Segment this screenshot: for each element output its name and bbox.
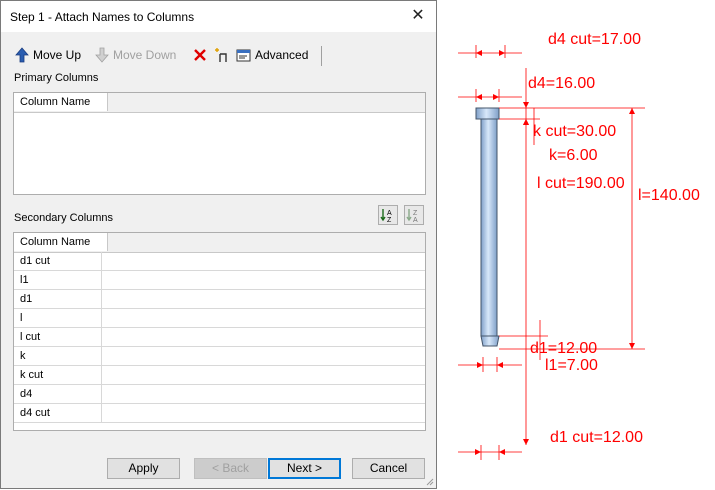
row-name-cell[interactable]: d1: [14, 290, 102, 308]
svg-text:Z: Z: [387, 217, 392, 224]
dim-label-l-cut: l cut=190.00: [537, 175, 625, 192]
row-name-cell[interactable]: l1: [14, 271, 102, 289]
pin-drawing: [458, 45, 645, 460]
table-row[interactable]: k: [14, 347, 425, 366]
table-row[interactable]: k cut: [14, 366, 425, 385]
back-button[interactable]: < Back: [194, 458, 267, 479]
move-up-label: Move Up: [33, 48, 82, 62]
properties-icon: [236, 49, 251, 62]
dim-label-d4: d4=16.00: [528, 75, 596, 92]
toolbar: Move Up Move Down Advanced: [14, 44, 324, 66]
table-row[interactable]: d1: [14, 290, 425, 309]
sort-az-icon: A Z: [380, 209, 392, 224]
dim-label-k-cut: k cut=30.00: [533, 123, 617, 140]
svg-text:A: A: [413, 217, 418, 224]
table-row[interactable]: d1 cut: [14, 252, 425, 271]
svg-text:A: A: [387, 210, 392, 217]
row-name-cell[interactable]: l cut: [14, 328, 102, 346]
resize-grip-icon[interactable]: [424, 476, 434, 486]
pin-body: [475, 107, 500, 347]
cancel-button[interactable]: Cancel: [352, 458, 425, 479]
table-row[interactable]: d4 cut: [14, 404, 425, 423]
primary-columns-grid[interactable]: Column Name: [13, 92, 426, 195]
column-name-header[interactable]: Column Name: [14, 93, 108, 111]
primary-grid-header: Column Name: [14, 93, 425, 113]
dim-label-k: k=6.00: [549, 147, 598, 164]
svg-text:Z: Z: [413, 210, 418, 217]
table-row[interactable]: l1: [14, 271, 425, 290]
row-name-cell[interactable]: d1 cut: [14, 252, 102, 270]
delete-x-icon: [194, 49, 206, 61]
arrow-up-icon: [15, 47, 29, 63]
attach-names-dialog: Step 1 - Attach Names to Columns ✕ Move …: [0, 0, 437, 489]
row-name-cell[interactable]: k: [14, 347, 102, 365]
sort-descending-button[interactable]: Z A: [404, 205, 424, 225]
dim-label-l1: l1=7.00: [545, 357, 598, 374]
delete-button[interactable]: [192, 46, 211, 64]
table-row[interactable]: l: [14, 309, 425, 328]
next-button[interactable]: Next >: [268, 458, 341, 479]
secondary-grid-header: Column Name: [14, 233, 425, 253]
dim-label-l: l=140.00: [638, 187, 700, 204]
row-name-cell[interactable]: l: [14, 309, 102, 327]
title-bar: Step 1 - Attach Names to Columns ✕: [1, 1, 436, 32]
table-row[interactable]: l cut: [14, 328, 425, 347]
advanced-label: Advanced: [255, 48, 309, 62]
sort-za-icon: Z A: [406, 209, 418, 224]
new-column-button[interactable]: [214, 46, 233, 64]
close-icon[interactable]: ✕: [408, 6, 428, 26]
dialog-title: Step 1 - Attach Names to Columns: [10, 10, 195, 24]
move-down-label: Move Down: [113, 48, 177, 62]
row-name-cell[interactable]: d4 cut: [14, 404, 102, 422]
dim-label-d1: d1=12.00: [530, 340, 598, 357]
dim-label-d1-cut: d1 cut=12.00: [550, 429, 643, 446]
move-down-button[interactable]: Move Down: [94, 46, 176, 64]
advanced-button[interactable]: Advanced: [236, 46, 308, 64]
secondary-columns-grid[interactable]: Column Name d1 cut l1 d1 l l cut k k cut…: [13, 232, 426, 431]
row-name-cell[interactable]: d4: [14, 385, 102, 403]
arrow-down-icon: [95, 47, 109, 63]
column-name-header[interactable]: Column Name: [14, 233, 108, 251]
row-name-cell[interactable]: k cut: [14, 366, 102, 384]
secondary-columns-label: Secondary Columns: [14, 212, 114, 224]
apply-button[interactable]: Apply: [107, 458, 180, 479]
primary-columns-label: Primary Columns: [14, 72, 99, 84]
toolbar-separator: [321, 46, 322, 66]
move-up-button[interactable]: Move Up: [14, 46, 81, 64]
new-sparkle-icon: [215, 48, 227, 62]
sort-ascending-button[interactable]: A Z: [378, 205, 398, 225]
table-row[interactable]: d4: [14, 385, 425, 404]
dim-label-d4-cut: d4 cut=17.00: [548, 31, 641, 48]
